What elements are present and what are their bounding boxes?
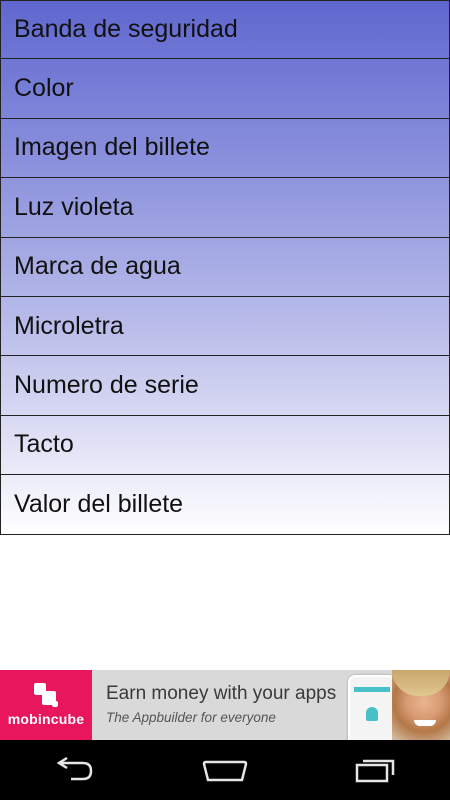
recents-icon [355, 759, 395, 783]
menu-item-luz-violeta[interactable]: Luz violeta [1, 178, 449, 238]
menu-item-marca-de-agua[interactable]: Marca de agua [1, 238, 449, 297]
menu-list: Banda de seguridad Color Imagen del bill… [0, 0, 450, 535]
menu-item-tacto[interactable]: Tacto [1, 416, 449, 476]
menu-item-valor-del-billete[interactable]: Valor del billete [1, 475, 449, 535]
menu-item-label: Marca de agua [14, 252, 181, 281]
mobincube-logo-icon [34, 683, 58, 707]
ad-brand: mobincube [7, 711, 85, 727]
menu-item-label: Banda de seguridad [14, 15, 238, 44]
recents-button[interactable] [345, 750, 405, 790]
menu-item-label: Color [14, 74, 74, 103]
home-button[interactable] [195, 750, 255, 790]
back-button[interactable] [45, 750, 105, 790]
menu-item-label: Tacto [14, 430, 74, 459]
menu-item-label: Valor del billete [14, 489, 184, 518]
back-icon [56, 757, 93, 781]
menu-item-color[interactable]: Color [1, 59, 449, 119]
menu-item-label: Imagen del billete [14, 133, 210, 162]
home-icon [202, 760, 248, 782]
menu-item-label: Microletra [14, 311, 124, 340]
menu-item-numero-de-serie[interactable]: Numero de serie [1, 356, 449, 416]
menu-item-microletra[interactable]: Microletra [1, 297, 449, 357]
app-screen: Banda de seguridad Color Imagen del bill… [0, 0, 450, 800]
navigation-bar [0, 740, 450, 800]
menu-item-label: Luz violeta [14, 192, 134, 221]
menu-item-banda-de-seguridad[interactable]: Banda de seguridad [1, 0, 449, 60]
ad-phone-image [348, 675, 396, 747]
menu-item-imagen-del-billete[interactable]: Imagen del billete [1, 119, 449, 179]
mobincube-logo: mobincube [0, 670, 92, 740]
ad-person-photo [392, 670, 450, 740]
menu-item-label: Numero de serie [14, 371, 199, 400]
